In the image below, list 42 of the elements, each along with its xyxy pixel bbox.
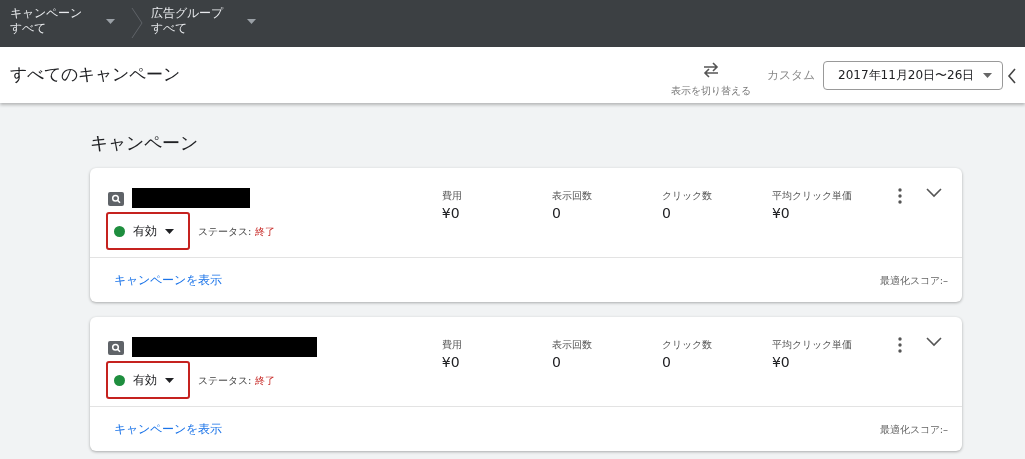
status-text: ステータス: 終了 [198, 224, 275, 239]
metric-label: 表示回数 [551, 338, 593, 352]
metric-label: 表示回数 [551, 189, 593, 203]
range-label: カスタム [767, 67, 815, 84]
metric-value: 0 [661, 353, 672, 372]
more-icon[interactable] [897, 188, 902, 204]
expand-icon[interactable] [925, 337, 942, 347]
metric-label: 費用 [441, 189, 463, 203]
metric-label: 平均クリック単価 [771, 338, 853, 352]
metric-value: 0 [551, 204, 562, 223]
metric-label: 費用 [441, 338, 463, 352]
page-title: すべてのキャンペーン [10, 63, 180, 87]
metric-value: ¥0 [441, 204, 461, 223]
status-dropdown[interactable]: 有効 [106, 361, 190, 399]
metric-label: クリック数 [661, 338, 713, 352]
caret-icon [165, 228, 174, 234]
breadcrumb-dropdown[interactable]: 広告グループ すべて [151, 6, 256, 36]
metric-label: クリック数 [661, 189, 713, 203]
optimization-score: 最適化スコア:– [879, 422, 948, 437]
swap-icon [703, 59, 719, 80]
caret-icon [165, 377, 174, 383]
caret-icon [106, 18, 115, 24]
view-campaign-link[interactable]: キャンペーンを表示 [114, 271, 222, 289]
caret-icon [983, 72, 992, 78]
breadcrumb-dropdown[interactable]: キャンペーン すべて [10, 6, 115, 36]
date-range-dropdown[interactable]: 2017年11月20日〜26日 [823, 60, 1003, 90]
metric-label: 平均クリック単価 [771, 189, 853, 203]
expand-icon[interactable] [925, 188, 942, 198]
chevron-icon [131, 6, 143, 40]
status-dropdown[interactable]: 有効 [106, 212, 190, 250]
metric-value: 0 [551, 353, 562, 372]
optimization-score: 最適化スコア:– [879, 273, 948, 288]
metric-value: ¥0 [441, 353, 461, 372]
metric-value: ¥0 [771, 204, 791, 223]
more-icon[interactable] [897, 337, 902, 353]
toggle-view-button[interactable]: 表示を切り替える [671, 51, 751, 99]
metric-value: 0 [661, 204, 672, 223]
metric-value: ¥0 [771, 353, 791, 372]
section-title: キャンペーン [90, 131, 199, 155]
view-campaign-link[interactable]: キャンペーンを表示 [114, 420, 222, 438]
status-text: ステータス: 終了 [198, 373, 275, 388]
caret-icon [247, 18, 256, 24]
